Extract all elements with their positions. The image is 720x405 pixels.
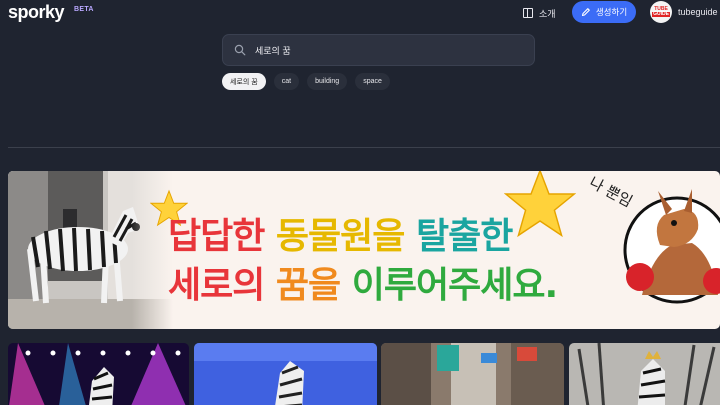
username[interactable]: tubeguide <box>678 7 718 17</box>
banner-word: 세로의 <box>168 265 265 306</box>
chip-space[interactable]: space <box>355 73 390 90</box>
thumbnail-grid <box>8 343 720 405</box>
banner-line-1: 답답한 동물원을 탈출한 <box>168 207 513 259</box>
top-bar: sporky BETA 소개 생성하기 TUBE GUIDE tubeguide <box>0 0 720 24</box>
about-link[interactable]: 소개 <box>523 6 556 20</box>
pencil-icon <box>581 8 590 17</box>
chip-cat[interactable]: cat <box>273 73 300 90</box>
hero-banner[interactable]: 답답한 동물원을 탈출한 세로의 꿈을 이루어주세요. 나 뿐임 <box>8 171 720 329</box>
thumbnail-card[interactable] <box>569 343 720 405</box>
thumbnail-card[interactable] <box>8 343 189 405</box>
zebra-blue-thumbnail <box>194 343 377 405</box>
avatar-text-bottom: GUIDE <box>652 11 670 17</box>
section-divider <box>8 147 720 148</box>
thumbnail-card[interactable] <box>194 343 377 405</box>
banner-word: 답답한 <box>168 216 265 257</box>
chip-building[interactable]: building <box>307 73 348 90</box>
banner-word: 꿈을 <box>275 265 341 306</box>
search-input[interactable] <box>255 45 515 55</box>
banner-line-2: 세로의 꿈을 이루어주세요. <box>168 256 558 308</box>
search-box[interactable] <box>222 34 535 66</box>
tag-chips: 세로의 꿈 cat building space <box>222 73 390 90</box>
banner-word: 이루어주세요. <box>351 265 558 306</box>
about-label: 소개 <box>539 8 556 19</box>
thumbnail-card[interactable] <box>381 343 564 405</box>
zebra-throne-thumbnail <box>569 343 720 405</box>
zebra-photo <box>8 171 173 329</box>
search-icon <box>234 44 246 56</box>
kangaroo-icon <box>623 189 720 304</box>
create-label: 생성하기 <box>595 7 628 17</box>
banner-word: 탈출한 <box>415 216 513 257</box>
chip-sero-dream[interactable]: 세로의 꿈 <box>222 73 266 90</box>
logo[interactable]: sporky <box>8 2 65 23</box>
avatar[interactable]: TUBE GUIDE <box>650 1 672 23</box>
banner-word: 동물원을 <box>275 216 405 257</box>
star-icon-large <box>504 171 576 238</box>
zebra-concert-thumbnail <box>8 343 189 405</box>
beta-badge: BETA <box>74 6 94 13</box>
create-button[interactable]: 생성하기 <box>572 1 636 23</box>
zebra-street-thumbnail <box>381 343 564 405</box>
book-icon <box>523 8 533 18</box>
